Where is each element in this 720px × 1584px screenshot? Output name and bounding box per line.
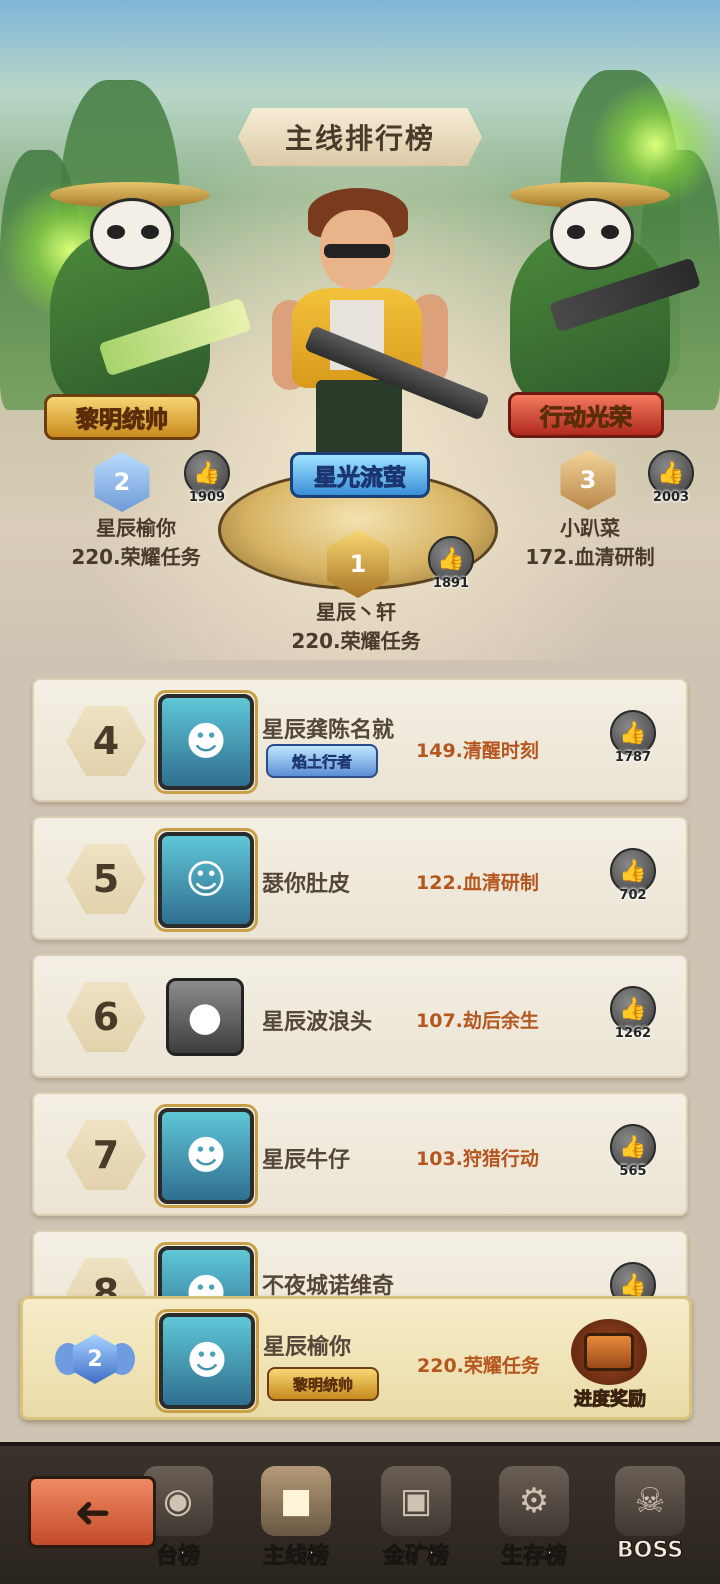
rank-number: 5 [66, 844, 146, 914]
table-row[interactable]: 4 ☻ 星辰龚陈名就 焰土行者 149.清醒时刻 👍 1787 [32, 678, 688, 802]
table-row[interactable]: 5 ☺ 瑟你肚皮 122.血清研制 👍 702 [32, 816, 688, 940]
gear-icon: ⚙ [499, 1466, 569, 1536]
tower-icon: ■ [261, 1466, 331, 1536]
player-title-tag: 焰土行者 [266, 744, 378, 778]
player-name: 星辰丶轩 [316, 600, 396, 624]
mine-cart-icon: ▣ [381, 1466, 451, 1536]
progress-reward-button[interactable]: 进度奖励 [557, 1385, 663, 1411]
my-rank-bar: 2 ☻ 星辰榆你 黎明统帅 220.荣耀任务 进度奖励 [20, 1296, 692, 1420]
like-count: 1787 [614, 750, 652, 765]
rank-number: 8 [66, 1258, 146, 1296]
avatar[interactable]: ☺ [154, 828, 258, 932]
like-button[interactable]: 👍 1891 [426, 536, 476, 591]
like-count: 565 [619, 1164, 647, 1179]
like-button[interactable]: 👍 2003 [646, 450, 696, 505]
player-name: 星辰波浪头 [262, 1010, 373, 1035]
bottom-nav: ◉ 台榜 ■ 主线榜 ▣ 金矿榜 ⚙ 生存榜 ☠ BOSS ➜ [0, 1442, 720, 1584]
player-name: 星辰牛仔 [262, 1148, 351, 1173]
like-button[interactable]: 👍 [610, 1262, 656, 1296]
tab-label: BOSS [616, 1538, 684, 1564]
podium-player-rank-3: 小趴菜 172.血清研制 [490, 512, 690, 570]
table-row[interactable]: 6 ● 星辰波浪头 107.劫后余生 👍 1262 [32, 954, 688, 1078]
rank-number: 4 [66, 706, 146, 776]
podium-player-rank-1: 星辰丶轩 220.荣耀任务 [256, 596, 456, 654]
player-progress: 172.血清研制 [525, 545, 655, 569]
tab-survival-rank[interactable]: ⚙ 生存榜 [474, 1460, 594, 1580]
podium-title-badge: 黎明统帅 [44, 394, 200, 440]
like-count: 1891 [432, 576, 470, 591]
player-progress: 122.血清研制 [416, 872, 539, 894]
rank-2-emblem: 2 [94, 452, 150, 512]
avatar[interactable]: ☻ [154, 1104, 258, 1208]
skull-icon: ☠ [615, 1466, 685, 1536]
avatar[interactable]: ☻ [155, 1309, 259, 1413]
tab-gold-mine-rank[interactable]: ▣ 金矿榜 [356, 1460, 476, 1580]
podium-player-rank-2: 星辰榆你 220.荣耀任务 [36, 512, 236, 570]
player-progress: 107.劫后余生 [416, 1010, 539, 1032]
player-progress: 220.荣耀任务 [417, 1355, 540, 1377]
player-progress: 220.荣耀任务 [291, 629, 421, 653]
like-button[interactable]: 👍 565 [610, 1124, 656, 1179]
tab-label: 金矿榜 [382, 1544, 449, 1570]
player-name: 星辰榆你 [263, 1335, 352, 1360]
tab-main-rank[interactable]: ■ 主线榜 [236, 1460, 356, 1580]
podium-title-badge: 星光流萤 [290, 452, 430, 498]
podium-hero-rank-3[interactable] [470, 170, 710, 410]
like-button[interactable]: 👍 702 [610, 848, 656, 903]
like-button[interactable]: 👍 1909 [182, 450, 232, 505]
rank-number: 6 [66, 982, 146, 1052]
like-count: 1262 [614, 1026, 652, 1041]
player-name: 小趴菜 [560, 516, 620, 540]
arrow-left-icon: ➜ [73, 1486, 111, 1538]
rank-number: 7 [66, 1120, 146, 1190]
back-button[interactable]: ➜ [28, 1476, 156, 1548]
tab-label: 生存榜 [500, 1544, 567, 1570]
like-button[interactable]: 👍 1787 [610, 710, 656, 765]
like-button[interactable]: 👍 1262 [610, 986, 656, 1041]
player-progress: 149.清醒时刻 [416, 740, 539, 762]
rank-3-emblem: 3 [560, 450, 616, 510]
player-name: 星辰榆你 [96, 516, 176, 540]
ranking-list[interactable]: 4 ☻ 星辰龚陈名就 焰土行者 149.清醒时刻 👍 1787 5 ☺ 瑟你肚皮… [0, 672, 720, 1296]
player-name: 瑟你肚皮 [262, 872, 351, 897]
table-row[interactable]: 8 ☻ 不夜城诺维奇 👍 [32, 1230, 688, 1296]
podium-hero-rank-1[interactable] [262, 188, 490, 470]
tab-label: 主线榜 [262, 1544, 329, 1570]
player-progress: 220.荣耀任务 [71, 545, 201, 569]
podium-scene: 主线排行榜 黎明统帅 2 👍 1909 星辰榆你 220.荣耀任务 行动光荣 3… [0, 0, 720, 660]
tab-boss-rank[interactable]: ☠ BOSS [590, 1460, 710, 1580]
player-name: 不夜城诺维奇 [262, 1274, 395, 1296]
podium-title-badge: 行动光荣 [508, 392, 664, 438]
page-title: 主线排行榜 [238, 108, 482, 166]
my-rank-number: 2 [73, 1334, 117, 1384]
thumbs-up-icon: 👍 [610, 1262, 656, 1296]
avatar[interactable]: ● [166, 978, 244, 1056]
like-count: 2003 [652, 490, 690, 505]
treasure-chest-icon[interactable] [571, 1319, 647, 1385]
avatar[interactable]: ☻ [154, 1242, 258, 1296]
avatar[interactable]: ☻ [154, 690, 258, 794]
player-progress: 103.狩猎行动 [416, 1148, 539, 1170]
like-count: 702 [619, 888, 647, 903]
player-title-tag: 黎明统帅 [267, 1367, 379, 1401]
my-rank-emblem: 2 [55, 1327, 135, 1391]
player-name: 星辰龚陈名就 [262, 718, 395, 743]
like-count: 1909 [188, 490, 226, 505]
table-row[interactable]: 7 ☻ 星辰牛仔 103.狩猎行动 👍 565 [32, 1092, 688, 1216]
podium-hero-rank-2[interactable] [10, 170, 252, 410]
